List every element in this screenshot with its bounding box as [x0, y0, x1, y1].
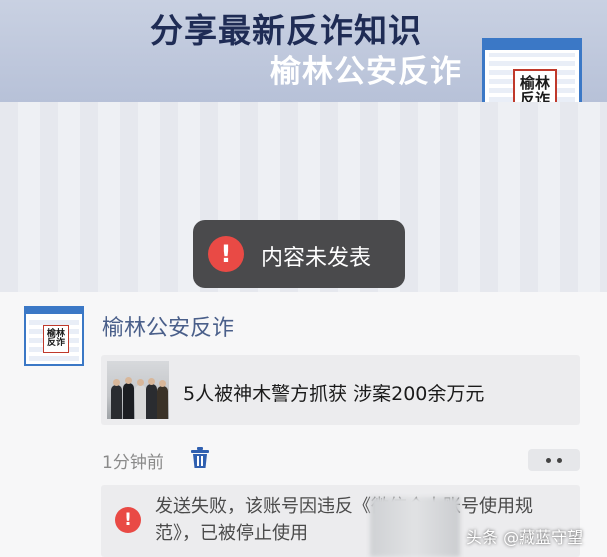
- article-card[interactable]: 5人被神木警方抓获 涉案200余万元: [101, 355, 580, 425]
- redacted-area: [370, 497, 460, 557]
- post-time: 1分钟前: [102, 453, 164, 473]
- toast-not-published: ! 内容未发表: [193, 220, 405, 288]
- header-banner: 分享最新反诈知识 榆林公安反诈 榆林 反诈: [0, 0, 607, 136]
- source-watermark: 头条 @藏蓝守望: [466, 522, 583, 550]
- exclamation-icon: !: [208, 236, 244, 272]
- article-photo: [107, 361, 169, 419]
- more-dot-icon: [546, 457, 551, 463]
- article-title: 5人被神木警方抓获 涉案200余万元: [183, 383, 485, 405]
- exclamation-icon: !: [115, 507, 141, 533]
- more-options-button[interactable]: [528, 449, 580, 471]
- account-avatar[interactable]: 榆林 反诈: [24, 306, 84, 366]
- more-dot-icon: [557, 457, 562, 463]
- toast-text: 内容未发表: [261, 246, 372, 271]
- banner-headline: 分享最新反诈知识: [150, 11, 422, 50]
- account-name[interactable]: 榆林公安反诈: [102, 310, 234, 342]
- banner-subtitle: 榆林公安反诈: [270, 54, 462, 90]
- avatar-stamp: 榆林 反诈: [43, 325, 69, 353]
- watermark-text: 头条 @藏蓝守望: [466, 528, 584, 547]
- trash-icon[interactable]: [189, 446, 211, 470]
